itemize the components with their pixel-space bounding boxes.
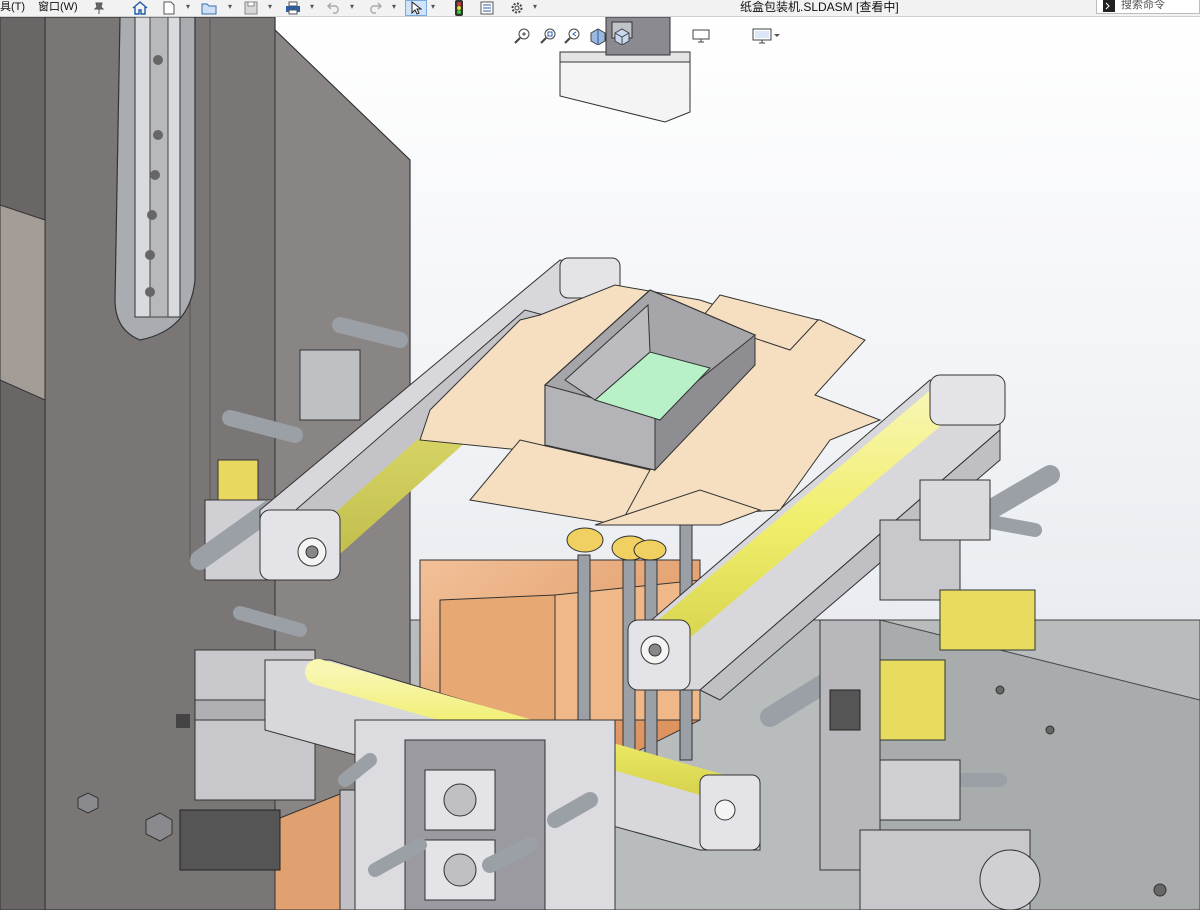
front-cylinder-plate	[338, 719, 616, 910]
file-properties-icon[interactable]	[478, 0, 496, 15]
redo-icon[interactable]	[366, 0, 384, 15]
rebuild-traffic-light-icon[interactable]	[450, 0, 468, 16]
open-folder-icon[interactable]	[200, 0, 218, 15]
zoom-to-fit-icon[interactable]	[512, 26, 532, 46]
undo-dropdown-chevron-icon[interactable]: ▾	[350, 0, 354, 14]
print-icon[interactable]	[284, 0, 302, 15]
undo-icon[interactable]	[325, 0, 343, 15]
options-dropdown-chevron-icon[interactable]: ▾	[533, 0, 537, 14]
display-settings-icon[interactable]	[746, 26, 786, 46]
menu-tools[interactable]: 具(T)	[0, 0, 25, 14]
pin-icon[interactable]	[90, 0, 108, 15]
search-placeholder: 搜索命令	[1121, 0, 1165, 11]
menu-window[interactable]: 窗口(W)	[38, 0, 78, 14]
new-dropdown-chevron-icon[interactable]: ▾	[186, 0, 190, 14]
select-cursor-icon[interactable]	[405, 0, 427, 16]
search-commands-input[interactable]: 搜索命令	[1096, 0, 1200, 14]
home-icon[interactable]	[131, 0, 149, 15]
save-icon[interactable]	[242, 0, 260, 15]
previous-view-icon[interactable]	[562, 26, 582, 46]
document-title: 纸盒包装机.SLDASM [查看中]	[740, 0, 899, 14]
zoom-to-area-icon[interactable]	[538, 26, 558, 46]
open-dropdown-chevron-icon[interactable]: ▾	[228, 0, 232, 14]
search-command-icon	[1103, 0, 1115, 17]
vertical-linear-rail	[114, 17, 196, 341]
options-gear-icon[interactable]	[508, 0, 526, 15]
save-dropdown-chevron-icon[interactable]: ▾	[268, 0, 272, 14]
model-viewport[interactable]	[0, 17, 1200, 910]
display-style-icon[interactable]	[690, 26, 712, 46]
menu-bar: 具(T) 窗口(W) ▾ ▾ ▾ ▾ ▾ ▾ ▾ ▾ 纸盒包装机.SLDASM …	[0, 0, 1200, 17]
print-dropdown-chevron-icon[interactable]: ▾	[310, 0, 314, 14]
section-view-icon[interactable]	[588, 26, 608, 46]
view-orientation-icon[interactable]	[612, 26, 632, 46]
new-document-icon[interactable]	[160, 0, 178, 15]
redo-dropdown-chevron-icon[interactable]: ▾	[392, 0, 396, 14]
select-dropdown-chevron-icon[interactable]: ▾	[431, 0, 435, 14]
